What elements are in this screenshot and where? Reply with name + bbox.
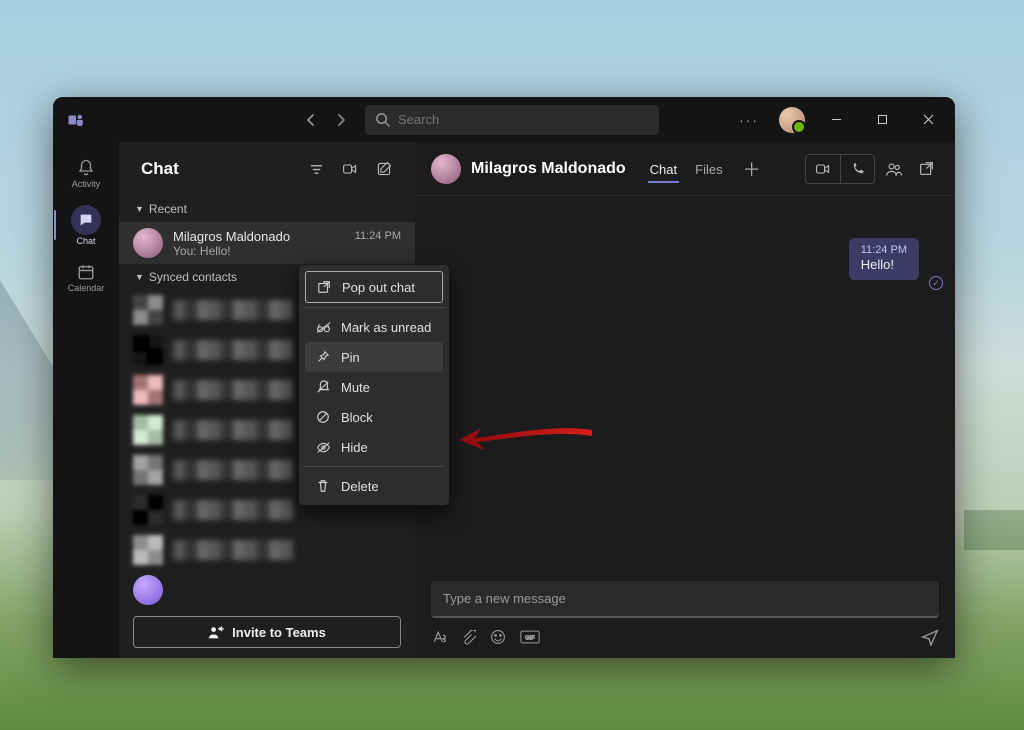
hide-icon <box>315 439 331 455</box>
more-button[interactable]: ··· <box>729 108 769 132</box>
teams-window: ··· Activity <box>53 97 955 658</box>
ctx-pin[interactable]: Pin <box>305 342 443 372</box>
message-preview: You: Hello! <box>173 244 345 258</box>
conversation-title: Milagros Maldonado <box>471 160 626 178</box>
section-label: Recent <box>149 202 187 216</box>
message-time: 11:24 PM <box>355 230 401 242</box>
people-add-icon <box>208 624 224 640</box>
invite-label: Invite to Teams <box>232 625 326 640</box>
section-recent[interactable]: ▼ Recent <box>119 196 415 222</box>
mute-icon <box>315 379 331 395</box>
message-area: 11:24 PM Hello! ✓ <box>415 196 955 571</box>
search-input[interactable] <box>398 112 649 127</box>
add-tab-button[interactable]: ＋ <box>739 156 765 182</box>
app-rail: Activity Chat Calendar <box>53 142 119 658</box>
minimize-button[interactable] <box>815 105 857 135</box>
rail-label: Activity <box>72 179 101 189</box>
ctx-label: Hide <box>341 440 368 455</box>
ctx-label: Mute <box>341 380 370 395</box>
ctx-mark-unread[interactable]: Mark as unread <box>305 312 443 342</box>
contact-name: Milagros Maldonado <box>173 229 345 244</box>
audio-call-button[interactable] <box>840 155 874 183</box>
nav-back-button[interactable] <box>297 106 325 134</box>
conversation-header: Milagros Maldonado Chat Files ＋ <box>415 142 955 196</box>
close-button[interactable] <box>907 105 949 135</box>
synced-contact-item[interactable] <box>119 530 415 570</box>
call-button-group <box>805 154 875 184</box>
caret-down-icon: ▼ <box>135 272 144 282</box>
invite-to-teams-button[interactable]: Invite to Teams <box>133 616 401 648</box>
rail-calendar[interactable]: Calendar <box>54 252 118 302</box>
meet-now-button[interactable] <box>337 156 363 182</box>
sent-message[interactable]: 11:24 PM Hello! <box>849 238 919 280</box>
synced-contact-item[interactable] <box>119 570 415 610</box>
ctx-label: Mark as unread <box>341 320 431 335</box>
people-button[interactable] <box>881 156 907 182</box>
tab-chat[interactable]: Chat <box>648 146 679 191</box>
ctx-pop-out[interactable]: Pop out chat <box>305 271 443 303</box>
maximize-button[interactable] <box>861 105 903 135</box>
rail-activity[interactable]: Activity <box>54 148 118 198</box>
emoji-button[interactable] <box>490 629 506 645</box>
search-icon <box>375 112 390 127</box>
seen-indicator-icon: ✓ <box>929 276 943 290</box>
tab-files[interactable]: Files <box>693 146 724 191</box>
bell-icon <box>76 158 96 178</box>
message-text: Hello! <box>861 257 907 272</box>
conversation-panel: Milagros Maldonado Chat Files ＋ <box>415 142 955 658</box>
chat-item-active[interactable]: Milagros Maldonado You: Hello! 11:24 PM <box>119 222 415 264</box>
ctx-label: Block <box>341 410 373 425</box>
titlebar: ··· <box>53 97 955 142</box>
teams-logo-icon <box>59 103 93 137</box>
pin-icon <box>315 349 331 365</box>
popout-button[interactable] <box>913 156 939 182</box>
chat-icon <box>76 210 96 230</box>
ctx-block[interactable]: Block <box>305 402 443 432</box>
ctx-mute[interactable]: Mute <box>305 372 443 402</box>
new-chat-button[interactable] <box>371 156 397 182</box>
rail-label: Calendar <box>68 283 105 293</box>
chat-context-menu: Pop out chat Mark as unread Pin Mute Blo… <box>299 265 449 505</box>
nav-forward-button[interactable] <box>327 106 355 134</box>
user-avatar[interactable] <box>779 107 805 133</box>
ctx-hide[interactable]: Hide <box>305 432 443 462</box>
contact-avatar <box>133 228 163 258</box>
ctx-delete[interactable]: Delete <box>305 471 443 501</box>
svg-text:GIF: GIF <box>525 636 535 642</box>
glasses-icon <box>315 319 331 335</box>
message-input[interactable]: Type a new message <box>431 581 939 618</box>
filter-button[interactable] <box>303 156 329 182</box>
block-icon <box>315 409 331 425</box>
search-box[interactable] <box>365 105 659 135</box>
caret-down-icon: ▼ <box>135 204 144 214</box>
message-timestamp: 11:24 PM <box>861 244 907 256</box>
send-button[interactable] <box>921 628 939 646</box>
ctx-label: Pop out chat <box>342 280 415 295</box>
popout-icon <box>316 279 332 295</box>
attach-button[interactable] <box>461 630 476 645</box>
ctx-label: Delete <box>341 479 379 494</box>
section-label: Synced contacts <box>149 270 237 284</box>
rail-label: Chat <box>76 236 95 246</box>
format-button[interactable] <box>431 629 447 645</box>
rail-chat[interactable]: Chat <box>54 200 118 250</box>
composer-area: Type a new message GIF <box>415 571 955 658</box>
contact-avatar <box>431 154 461 184</box>
gif-button[interactable]: GIF <box>520 630 540 644</box>
trash-icon <box>315 478 331 494</box>
chat-list-title: Chat <box>141 159 295 179</box>
calendar-icon <box>76 262 96 282</box>
video-call-button[interactable] <box>806 155 840 183</box>
ctx-label: Pin <box>341 350 360 365</box>
